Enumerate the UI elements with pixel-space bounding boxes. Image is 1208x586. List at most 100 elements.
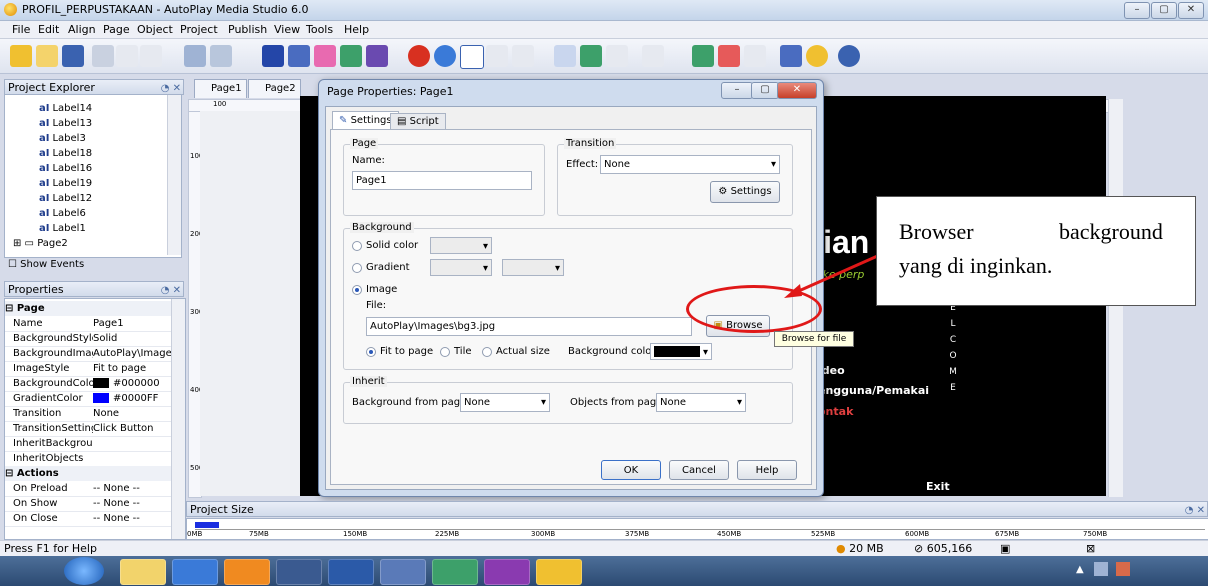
menu-object[interactable]: Object	[137, 23, 173, 36]
minimize-button[interactable]: –	[1124, 2, 1150, 19]
panel-close-icon[interactable]: ◔ ✕	[1185, 503, 1205, 519]
zoom-icon[interactable]	[642, 45, 664, 67]
app-window-icon[interactable]	[276, 559, 322, 585]
paragraph-object-icon[interactable]	[314, 45, 336, 67]
gradient-radio[interactable]	[352, 263, 362, 273]
winrar-icon[interactable]	[484, 559, 530, 585]
hotspot-object-icon[interactable]	[460, 45, 484, 69]
input-object-icon[interactable]	[486, 45, 508, 67]
media-player-icon[interactable]	[172, 559, 218, 585]
tree-item[interactable]: aI Label6	[39, 208, 86, 219]
menu-file[interactable]: File	[12, 23, 30, 36]
effect-select[interactable]: None	[600, 155, 780, 174]
tree-item[interactable]: aI Label12	[39, 193, 92, 204]
actual-size-radio[interactable]	[482, 347, 492, 357]
canvas-exit[interactable]: Exit	[926, 480, 950, 493]
tree-item-page2[interactable]: ⊞ ▭ Page2	[13, 238, 68, 249]
prop-row[interactable]: Transition None	[5, 406, 173, 422]
tab-settings[interactable]: ✎ Settings	[332, 111, 399, 130]
tab-page1[interactable]: Page1	[194, 79, 247, 98]
prop-row[interactable]: InheritBackground	[5, 436, 173, 452]
menu-view[interactable]: View	[274, 23, 300, 36]
tree-item[interactable]: aI Label16	[39, 163, 92, 174]
tree-item[interactable]: aI Label13	[39, 118, 92, 129]
tree-item[interactable]: aI Label14	[39, 103, 92, 114]
action-row[interactable]: On Show -- None --	[5, 496, 173, 512]
panel-close-icon[interactable]: ◔ ✕	[161, 283, 181, 299]
prop-row[interactable]: BackgroundStyle Solid	[5, 331, 173, 347]
bg-from-page-select[interactable]: None	[460, 393, 550, 412]
preview-icon[interactable]	[692, 45, 714, 67]
tree-item[interactable]: aI Label1	[39, 223, 86, 234]
solid-color-radio[interactable]	[352, 241, 362, 251]
menu-project[interactable]: Project	[180, 23, 218, 36]
cd-icon[interactable]	[806, 45, 828, 67]
tab-page2[interactable]: Page2	[248, 79, 301, 98]
prop-row[interactable]: ImageStyle Fit to page	[5, 361, 173, 377]
button-object-icon[interactable]	[262, 45, 284, 67]
progress-object-icon[interactable]	[580, 45, 602, 67]
prop-row[interactable]: BackgroundImageAutoPlay\Images	[5, 346, 173, 362]
properties-icon[interactable]	[744, 45, 766, 67]
file-path-field[interactable]: AutoPlay\Images\bg3.jpg	[366, 317, 692, 336]
tree-item[interactable]: aI Label3	[39, 133, 86, 144]
section-page[interactable]: ⊟ Page	[5, 301, 173, 316]
dialog-maximize-button[interactable]: ▢	[751, 82, 779, 99]
menu-help[interactable]: Help	[344, 23, 369, 36]
help-button[interactable]: Help	[737, 460, 797, 480]
combobox-object-icon[interactable]	[554, 45, 576, 67]
prop-row[interactable]: TransitionSettingsClick Button	[5, 421, 173, 437]
save-icon[interactable]	[62, 45, 84, 67]
tile-radio[interactable]	[440, 347, 450, 357]
menu-tools[interactable]: Tools	[306, 23, 333, 36]
action-row[interactable]: On Preload -- None --	[5, 481, 173, 497]
label-object-icon[interactable]	[288, 45, 310, 67]
gradient-color1-picker[interactable]	[430, 259, 492, 276]
fit-to-page-radio[interactable]	[366, 347, 376, 357]
listbox-object-icon[interactable]	[512, 45, 534, 67]
notepad-icon[interactable]	[380, 559, 426, 585]
tray-security-icon[interactable]	[1116, 562, 1130, 576]
build-icon[interactable]	[780, 45, 802, 67]
show-events-checkbox[interactable]: ☐ Show Events	[8, 259, 84, 270]
firefox-icon[interactable]	[224, 559, 270, 585]
status-snap-icon[interactable]: ⊠	[1086, 542, 1095, 555]
properties-scrollbar[interactable]	[171, 299, 185, 539]
gradient-color2-picker[interactable]	[502, 259, 564, 276]
solid-color-picker[interactable]	[430, 237, 492, 254]
paste-icon[interactable]	[140, 45, 162, 67]
section-actions[interactable]: ⊟ Actions	[5, 466, 173, 481]
prop-row[interactable]: GradientColor #0000FF	[5, 391, 173, 407]
menu-page[interactable]: Page	[103, 23, 130, 36]
menu-align[interactable]: Align	[68, 23, 96, 36]
menu-publish[interactable]: Publish	[228, 23, 267, 36]
dialog-minimize-button[interactable]: –	[721, 82, 753, 99]
maximize-button[interactable]: ▢	[1151, 2, 1177, 19]
bg-color-picker[interactable]	[650, 343, 712, 360]
prop-row[interactable]: BackgroundColor #000000	[5, 376, 173, 392]
action-row[interactable]: On Close -- None --	[5, 511, 173, 527]
ie-icon[interactable]	[64, 557, 104, 585]
dialog-close-button[interactable]: ✕	[777, 82, 817, 99]
status-grid-icon[interactable]: ▣	[1000, 542, 1010, 555]
autoplay-icon[interactable]	[536, 559, 582, 585]
video-object-icon[interactable]	[408, 45, 430, 67]
word-icon[interactable]	[328, 559, 374, 585]
tree-object-icon[interactable]	[606, 45, 628, 67]
ok-button[interactable]: OK	[601, 460, 661, 480]
pen-tool-icon[interactable]	[432, 559, 478, 585]
objects-from-page-select[interactable]: None	[656, 393, 746, 412]
web-object-icon[interactable]	[434, 45, 456, 67]
undo-icon[interactable]	[184, 45, 206, 67]
name-field[interactable]: Page1	[352, 171, 532, 190]
cancel-button[interactable]: Cancel	[669, 460, 729, 480]
publish-icon[interactable]	[718, 45, 740, 67]
prop-row[interactable]: Name Page1	[5, 316, 173, 332]
close-button[interactable]: ✕	[1178, 2, 1204, 19]
help-icon[interactable]	[838, 45, 860, 67]
image-object-icon[interactable]	[340, 45, 362, 67]
wizard-icon[interactable]	[10, 45, 32, 67]
flash-object-icon[interactable]	[366, 45, 388, 67]
tab-script[interactable]: ▤ Script	[390, 113, 446, 130]
image-radio[interactable]	[352, 285, 362, 295]
